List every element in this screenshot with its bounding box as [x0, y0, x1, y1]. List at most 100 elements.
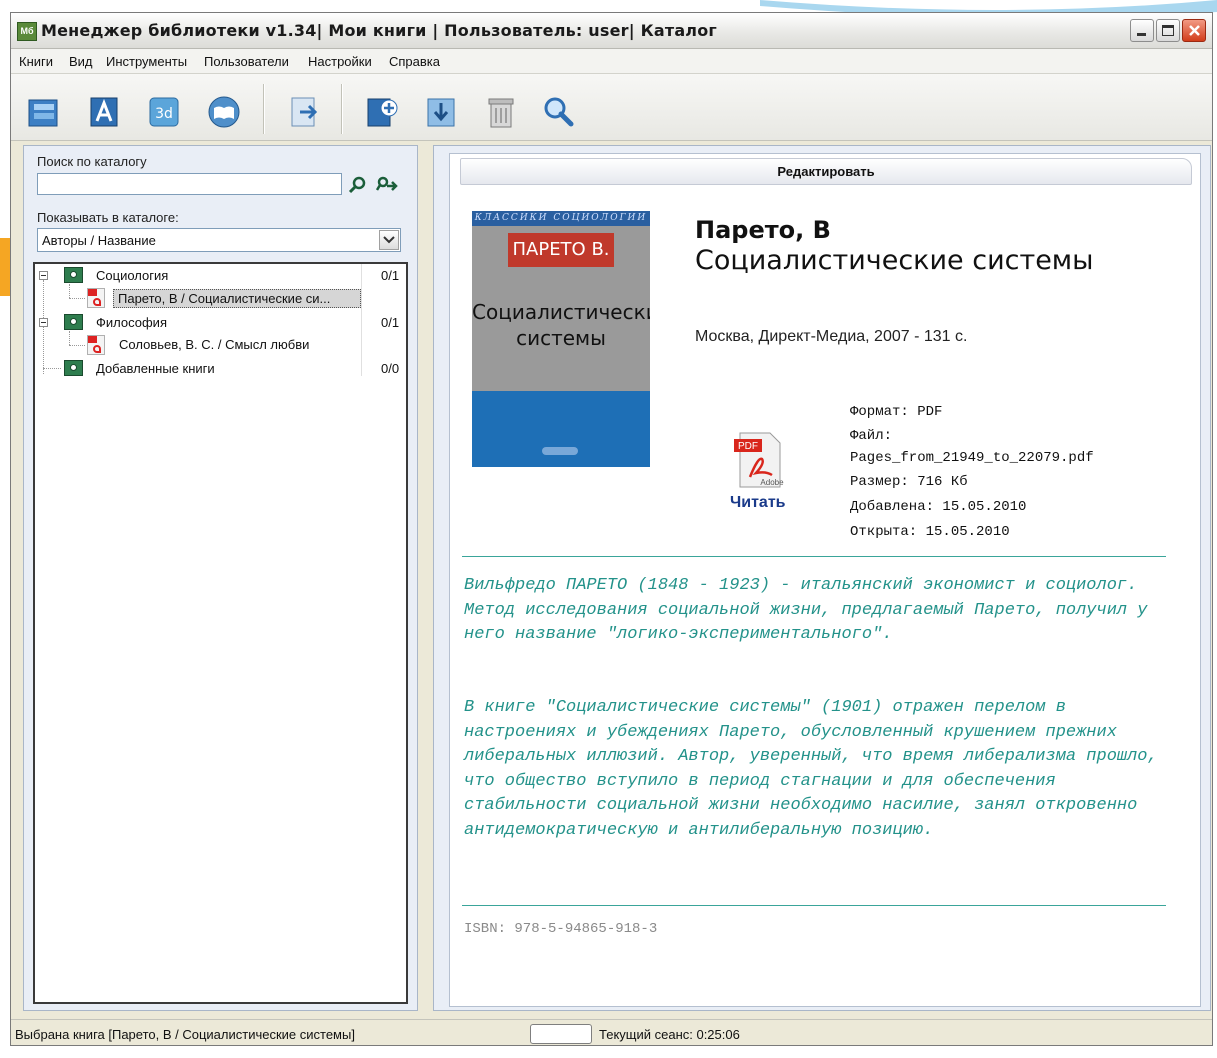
book-cover: КЛАССИКИ СОЦИОЛОГИИ ПАРЕТО В. Социалисти… — [472, 211, 650, 467]
maximize-button[interactable] — [1156, 19, 1180, 42]
catalog-button[interactable] — [26, 94, 62, 130]
import-book-icon — [427, 98, 455, 127]
status-selected-book: Выбрана книга [Парето, В / Социалистичес… — [15, 1027, 355, 1042]
authors-icon — [90, 97, 118, 127]
meta-file-label: Файл: — [850, 428, 893, 444]
selected-view-value: Авторы / Название — [42, 233, 156, 248]
tree-node-count: 0/1 — [381, 315, 400, 330]
toolbar-separator — [263, 84, 265, 134]
catalog-pane: Поиск по каталогу Показывать в каталоге:… — [23, 145, 418, 1011]
maximize-icon — [1162, 25, 1174, 36]
category-icon — [64, 267, 83, 283]
open-book-icon — [208, 96, 240, 128]
export-icon — [291, 97, 318, 127]
add-book-icon — [367, 98, 398, 127]
search-icon — [348, 176, 366, 194]
minimize-button[interactable] — [1130, 19, 1154, 42]
book-title: Социалистические системы — [695, 245, 1094, 276]
pdf-file-icon — [87, 288, 105, 308]
search-button[interactable] — [541, 94, 577, 130]
search-next-icon — [375, 176, 398, 191]
adobe-pdf-icon: PDF Adobe — [734, 432, 784, 488]
title-bar: Мб Менеджер библиотеки v1.34| Мои книги … — [11, 13, 1212, 49]
app-logo-icon: Мб — [17, 22, 37, 41]
book-card: Редактировать КЛАССИКИ СОЦИОЛОГИИ ПАРЕТО… — [449, 153, 1201, 1007]
close-icon — [1189, 25, 1200, 36]
book-publication: Москва, Директ-Медиа, 2007 - 131 с. — [695, 328, 968, 345]
minimize-icon — [1137, 33, 1146, 36]
delete-book-button[interactable] — [483, 94, 519, 130]
window-title: Менеджер библиотеки v1.34| Мои книги | П… — [41, 21, 717, 40]
menu-settings[interactable]: Настройки — [308, 54, 372, 69]
cover-title-line2: системы — [516, 326, 606, 350]
app-window: Мб Менеджер библиотеки v1.34| Мои книги … — [10, 12, 1213, 1046]
show-in-catalog-select[interactable]: Авторы / Название — [37, 228, 401, 252]
edit-button[interactable]: Редактировать — [460, 158, 1192, 185]
read-link[interactable]: Читать — [730, 494, 785, 512]
tree-book-solovyov[interactable]: Соловьев, В. С. / Смысл любви — [35, 334, 406, 357]
tree-book-pareto[interactable]: Парето, В / Социалистические си... — [35, 287, 406, 310]
trash-icon — [488, 98, 514, 128]
dropdown-button[interactable] — [379, 230, 399, 250]
menu-books[interactable]: Книги — [19, 54, 53, 69]
export-button[interactable] — [286, 94, 322, 130]
magnifier-icon — [544, 97, 574, 127]
3d-shelf-button[interactable]: 3d — [146, 94, 182, 130]
menu-users[interactable]: Пользователи — [204, 54, 289, 69]
authors-button[interactable] — [86, 94, 122, 130]
tree-book-label: Парето, В / Социалистические си... — [113, 289, 361, 308]
menu-help[interactable]: Справка — [389, 54, 440, 69]
cover-series: КЛАССИКИ СОЦИОЛОГИИ — [472, 211, 650, 226]
chevron-down-icon — [383, 236, 395, 244]
meta-file-name: Pages_from_21949_to_22079.pdf — [850, 450, 1094, 466]
cover-band — [472, 391, 650, 467]
pdf-open-button[interactable]: PDF Adobe — [728, 429, 786, 491]
meta-size: Размер: 716 Кб — [850, 474, 968, 490]
status-progress-box — [530, 1024, 592, 1044]
add-book-button[interactable] — [363, 94, 399, 130]
collapse-toggle-icon[interactable] — [39, 271, 48, 280]
menu-tools[interactable]: Инструменты — [106, 54, 187, 69]
pdf-icon-label: PDF — [738, 441, 758, 452]
tree-node-added-books[interactable]: Добавленные книги 0/0 — [35, 357, 406, 380]
close-button[interactable] — [1182, 19, 1206, 42]
catalog-tree: Социология 0/1 Парето, В / Социалистичес… — [33, 262, 408, 1004]
tree-node-count: 0/0 — [381, 361, 400, 376]
tree-node-label: Философия — [96, 315, 167, 330]
divider — [462, 905, 1166, 906]
isbn: ISBN: 978-5-94865-918-3 — [464, 921, 658, 937]
pdf-brand-label: Adobe — [760, 478, 784, 487]
toolbar-separator — [341, 84, 343, 134]
svg-text:3d: 3d — [155, 106, 173, 122]
search-next-button[interactable] — [375, 175, 398, 195]
open-book-button[interactable] — [206, 94, 242, 130]
search-go-button[interactable] — [348, 175, 368, 195]
publisher-logo-icon — [542, 447, 578, 455]
cover-author: ПАРЕТО В. — [508, 233, 614, 267]
description-paragraph: В книге "Социалистические системы" (1901… — [464, 698, 1158, 840]
category-icon — [64, 360, 83, 376]
divider — [462, 556, 1166, 557]
tree-node-philosophy[interactable]: Философия 0/1 — [35, 311, 406, 334]
tree-book-label: Соловьев, В. С. / Смысл любви — [119, 337, 310, 352]
meta-format: Формат: PDF — [850, 404, 943, 420]
meta-opened: Открыта: 15.05.2010 — [850, 524, 1010, 540]
menu-view[interactable]: Вид — [69, 54, 93, 69]
tree-node-count: 0/1 — [381, 268, 400, 283]
import-book-button[interactable] — [423, 94, 459, 130]
toolbar: 3d — [11, 74, 1212, 141]
catalog-search-input[interactable] — [37, 173, 342, 195]
pdf-file-icon — [87, 335, 105, 355]
search-label: Поиск по каталогу — [37, 154, 147, 169]
category-icon — [64, 314, 83, 330]
tree-node-label: Добавленные книги — [96, 361, 215, 376]
cover-title: Социалистические системы — [472, 299, 650, 351]
tree-node-sociology[interactable]: Социология 0/1 — [35, 264, 406, 287]
show-in-catalog-label: Показывать в каталоге: — [37, 210, 179, 225]
collapse-toggle-icon[interactable] — [39, 318, 48, 327]
book-details-pane: Редактировать КЛАССИКИ СОЦИОЛОГИИ ПАРЕТО… — [433, 145, 1211, 1011]
cover-title-line1: Социалистические — [472, 300, 650, 324]
3d-shelf-icon: 3d — [149, 97, 179, 127]
menu-bar: Книги Вид Инструменты Пользователи Настр… — [11, 49, 1212, 74]
description-paragraph: Вильфредо ПАРЕТО (1848 - 1923) - итальян… — [464, 576, 1148, 644]
